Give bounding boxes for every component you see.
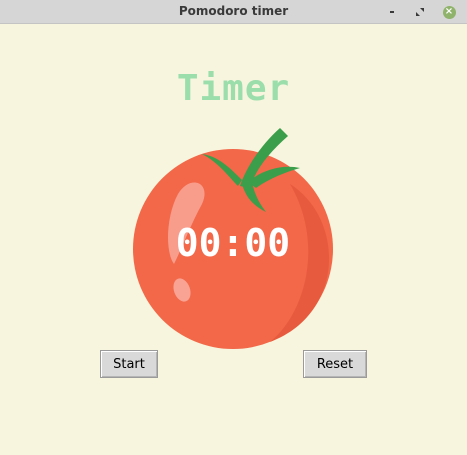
maximize-button[interactable] <box>412 4 428 20</box>
window-titlebar: Pomodoro timer × <box>0 0 467 24</box>
app-title: Timer <box>176 68 291 109</box>
minimize-icon <box>390 11 394 13</box>
app-canvas: Timer 00:00 Start Reset <box>0 24 467 455</box>
start-button[interactable]: Start <box>100 350 158 378</box>
close-button[interactable]: × <box>441 4 457 20</box>
timer-display: 00:00 <box>175 221 291 265</box>
close-icon: × <box>442 5 456 19</box>
reset-button[interactable]: Reset <box>303 350 367 378</box>
minimize-button[interactable] <box>384 4 400 20</box>
maximize-icon <box>416 8 424 16</box>
